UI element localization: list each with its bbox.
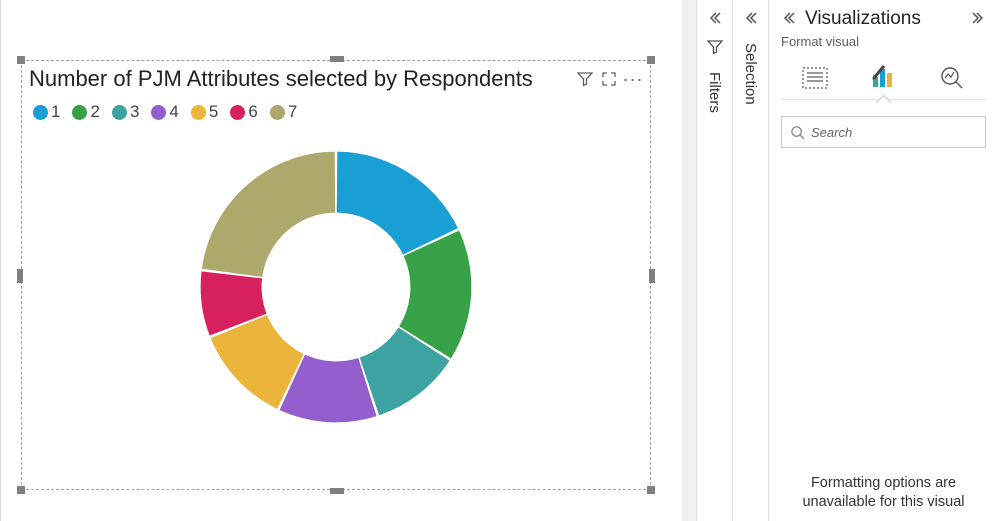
search-icon — [790, 125, 805, 140]
donut-slice[interactable] — [337, 152, 458, 255]
resize-handle-left-center[interactable] — [17, 269, 23, 283]
legend-item[interactable]: 2 — [72, 102, 99, 122]
resize-handle-bottom-center[interactable] — [330, 488, 344, 494]
viz-pane-subtitle: Format visual — [781, 34, 986, 49]
legend-item[interactable]: 1 — [33, 102, 60, 122]
legend-swatch — [112, 105, 127, 120]
expand-filters-icon[interactable] — [707, 10, 723, 29]
canvas-scroll-track[interactable] — [682, 0, 696, 521]
resize-handle-bottom-right[interactable] — [647, 486, 655, 494]
legend-item[interactable]: 3 — [112, 102, 139, 122]
legend-label: 5 — [209, 102, 218, 122]
selection-pane-collapsed[interactable]: Selection — [732, 0, 768, 521]
tab-build[interactable] — [791, 61, 839, 95]
filter-icon — [707, 39, 723, 58]
donut-chart-svg — [191, 142, 481, 432]
more-options-icon[interactable]: ··· — [623, 69, 643, 89]
expand-selection-icon[interactable] — [743, 10, 759, 29]
resize-handle-bottom-left[interactable] — [17, 486, 25, 494]
filter-icon[interactable] — [575, 69, 595, 89]
legend-label: 6 — [248, 102, 257, 122]
legend-swatch — [151, 105, 166, 120]
legend-label: 3 — [130, 102, 139, 122]
filters-label[interactable]: Filters — [706, 72, 723, 113]
resize-handle-top-left[interactable] — [17, 56, 25, 64]
legend-swatch — [33, 105, 48, 120]
legend-label: 7 — [288, 102, 297, 122]
legend-swatch — [191, 105, 206, 120]
search-placeholder: Search — [811, 125, 852, 140]
legend-item[interactable]: 4 — [151, 102, 178, 122]
format-unavailable-message: Formatting options are unavailable for t… — [781, 474, 986, 513]
legend-swatch — [72, 105, 87, 120]
chart-legend: 1 2 3 4 5 6 7 — [21, 92, 651, 122]
legend-swatch — [230, 105, 245, 120]
report-canvas[interactable]: Number of PJM Attributes selected by Res… — [0, 0, 696, 521]
chart-title: Number of PJM Attributes selected by Res… — [29, 66, 571, 92]
legend-item[interactable]: 7 — [270, 102, 297, 122]
focus-mode-icon[interactable] — [599, 69, 619, 89]
legend-label: 4 — [169, 102, 178, 122]
resize-handle-top-right[interactable] — [647, 56, 655, 64]
legend-item[interactable]: 5 — [191, 102, 218, 122]
tab-analytics[interactable] — [928, 61, 976, 95]
legend-item[interactable]: 6 — [230, 102, 257, 122]
viz-tabstrip — [781, 61, 986, 100]
collapse-viz-icon[interactable] — [781, 10, 797, 29]
visualizations-pane: Visualizations Format visual — [768, 0, 998, 521]
donut-slice[interactable] — [202, 152, 335, 277]
search-input[interactable]: Search — [781, 116, 986, 148]
legend-label: 1 — [51, 102, 60, 122]
legend-label: 2 — [90, 102, 99, 122]
expand-viz-icon[interactable] — [970, 10, 986, 29]
donut-chart-area[interactable] — [21, 122, 651, 452]
resize-handle-right-center[interactable] — [649, 269, 655, 283]
resize-handle-top-center[interactable] — [330, 56, 344, 62]
filters-pane-collapsed[interactable]: Filters — [696, 0, 732, 521]
viz-pane-title: Visualizations — [805, 8, 962, 30]
selection-label[interactable]: Selection — [742, 43, 759, 105]
tab-format[interactable] — [859, 61, 907, 95]
legend-swatch — [270, 105, 285, 120]
donut-chart-visual[interactable]: Number of PJM Attributes selected by Res… — [21, 60, 651, 490]
